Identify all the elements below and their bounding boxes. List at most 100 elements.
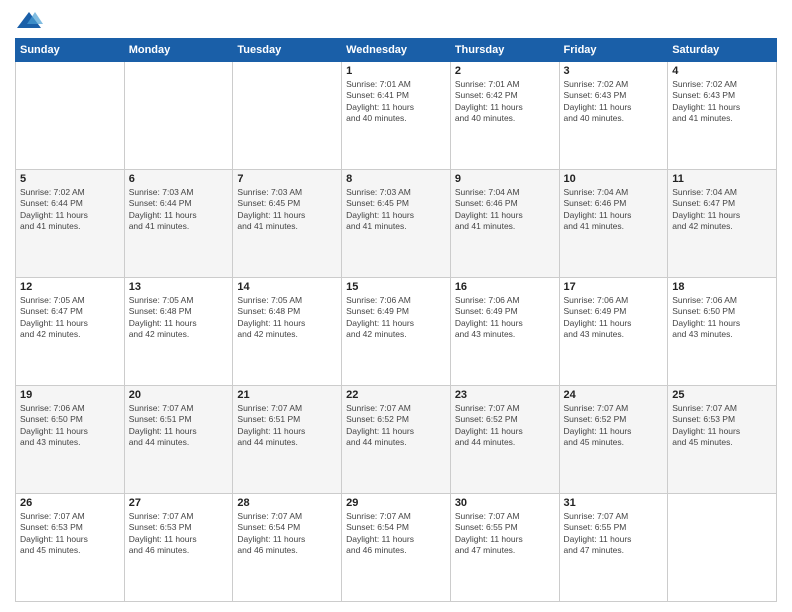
- calendar-cell: [124, 62, 233, 170]
- calendar-week-row: 19 Sunrise: 7:06 AM Sunset: 6:50 PM Dayli…: [16, 386, 777, 494]
- calendar-day-header: Friday: [559, 39, 668, 62]
- calendar-header-row: SundayMondayTuesdayWednesdayThursdayFrid…: [16, 39, 777, 62]
- day-info: Sunrise: 7:06 AM Sunset: 6:50 PM Dayligh…: [20, 403, 120, 449]
- day-info: Sunrise: 7:07 AM Sunset: 6:51 PM Dayligh…: [129, 403, 229, 449]
- day-number: 23: [455, 389, 555, 401]
- calendar-week-row: 26 Sunrise: 7:07 AM Sunset: 6:53 PM Dayli…: [16, 494, 777, 602]
- day-number: 21: [237, 389, 337, 401]
- day-number: 5: [20, 173, 120, 185]
- page: SundayMondayTuesdayWednesdayThursdayFrid…: [0, 0, 792, 612]
- day-number: 10: [564, 173, 664, 185]
- day-info: Sunrise: 7:04 AM Sunset: 6:47 PM Dayligh…: [672, 187, 772, 233]
- calendar-cell: 28 Sunrise: 7:07 AM Sunset: 6:54 PM Dayli…: [233, 494, 342, 602]
- day-number: 1: [346, 65, 446, 77]
- day-info: Sunrise: 7:05 AM Sunset: 6:48 PM Dayligh…: [237, 295, 337, 341]
- day-info: Sunrise: 7:03 AM Sunset: 6:45 PM Dayligh…: [346, 187, 446, 233]
- calendar-cell: 14 Sunrise: 7:05 AM Sunset: 6:48 PM Dayli…: [233, 278, 342, 386]
- day-number: 8: [346, 173, 446, 185]
- day-info: Sunrise: 7:07 AM Sunset: 6:53 PM Dayligh…: [672, 403, 772, 449]
- day-info: Sunrise: 7:06 AM Sunset: 6:50 PM Dayligh…: [672, 295, 772, 341]
- calendar-cell: 5 Sunrise: 7:02 AM Sunset: 6:44 PM Daylig…: [16, 170, 125, 278]
- day-number: 27: [129, 497, 229, 509]
- calendar-cell: 20 Sunrise: 7:07 AM Sunset: 6:51 PM Dayli…: [124, 386, 233, 494]
- day-info: Sunrise: 7:02 AM Sunset: 6:43 PM Dayligh…: [564, 79, 664, 125]
- day-number: 28: [237, 497, 337, 509]
- calendar-cell: 30 Sunrise: 7:07 AM Sunset: 6:55 PM Dayli…: [450, 494, 559, 602]
- day-number: 2: [455, 65, 555, 77]
- day-number: 26: [20, 497, 120, 509]
- day-number: 12: [20, 281, 120, 293]
- calendar-cell: 11 Sunrise: 7:04 AM Sunset: 6:47 PM Dayli…: [668, 170, 777, 278]
- day-info: Sunrise: 7:02 AM Sunset: 6:43 PM Dayligh…: [672, 79, 772, 125]
- calendar-cell: 19 Sunrise: 7:06 AM Sunset: 6:50 PM Dayli…: [16, 386, 125, 494]
- calendar-table: SundayMondayTuesdayWednesdayThursdayFrid…: [15, 38, 777, 602]
- day-info: Sunrise: 7:04 AM Sunset: 6:46 PM Dayligh…: [564, 187, 664, 233]
- day-info: Sunrise: 7:07 AM Sunset: 6:55 PM Dayligh…: [455, 511, 555, 557]
- calendar-week-row: 5 Sunrise: 7:02 AM Sunset: 6:44 PM Daylig…: [16, 170, 777, 278]
- day-info: Sunrise: 7:05 AM Sunset: 6:47 PM Dayligh…: [20, 295, 120, 341]
- day-number: 13: [129, 281, 229, 293]
- day-info: Sunrise: 7:07 AM Sunset: 6:52 PM Dayligh…: [455, 403, 555, 449]
- day-number: 11: [672, 173, 772, 185]
- calendar-cell: 26Sunrise: 7:07 AM Sunset: 6:53 PM Dayli…: [16, 494, 125, 602]
- calendar-cell: 15Sunrise: 7:06 AM Sunset: 6:49 PM Dayli…: [342, 278, 451, 386]
- calendar-cell: [16, 62, 125, 170]
- day-info: Sunrise: 7:07 AM Sunset: 6:52 PM Dayligh…: [346, 403, 446, 449]
- day-number: 19: [20, 389, 120, 401]
- calendar-cell: 31 Sunrise: 7:07 AM Sunset: 6:55 PM Dayli…: [559, 494, 668, 602]
- calendar-cell: 27 Sunrise: 7:07 AM Sunset: 6:53 PM Dayli…: [124, 494, 233, 602]
- calendar-day-header: Thursday: [450, 39, 559, 62]
- calendar-cell: 7 Sunrise: 7:03 AM Sunset: 6:45 PM Daylig…: [233, 170, 342, 278]
- calendar-cell: 17 Sunrise: 7:06 AM Sunset: 6:49 PM Dayli…: [559, 278, 668, 386]
- day-number: 3: [564, 65, 664, 77]
- day-info: Sunrise: 7:01 AM Sunset: 6:41 PM Dayligh…: [346, 79, 446, 125]
- logo-icon: [15, 10, 43, 32]
- calendar-day-header: Wednesday: [342, 39, 451, 62]
- calendar-cell: 2 Sunrise: 7:01 AM Sunset: 6:42 PM Daylig…: [450, 62, 559, 170]
- day-info: Sunrise: 7:07 AM Sunset: 6:54 PM Dayligh…: [237, 511, 337, 557]
- day-info: Sunrise: 7:03 AM Sunset: 6:45 PM Dayligh…: [237, 187, 337, 233]
- day-number: 20: [129, 389, 229, 401]
- day-info: Sunrise: 7:01 AM Sunset: 6:42 PM Dayligh…: [455, 79, 555, 125]
- day-number: 24: [564, 389, 664, 401]
- calendar-cell: 24 Sunrise: 7:07 AM Sunset: 6:52 PM Dayli…: [559, 386, 668, 494]
- day-number: 17: [564, 281, 664, 293]
- calendar-cell: 8 Sunrise: 7:03 AM Sunset: 6:45 PM Daylig…: [342, 170, 451, 278]
- header: [15, 10, 777, 32]
- day-info: Sunrise: 7:07 AM Sunset: 6:53 PM Dayligh…: [129, 511, 229, 557]
- day-number: 7: [237, 173, 337, 185]
- calendar-cell: 16Sunrise: 7:06 AM Sunset: 6:49 PM Dayli…: [450, 278, 559, 386]
- day-info: Sunrise: 7:07 AM Sunset: 6:52 PM Dayligh…: [564, 403, 664, 449]
- day-number: 14: [237, 281, 337, 293]
- day-number: 30: [455, 497, 555, 509]
- day-number: 22: [346, 389, 446, 401]
- calendar-cell: 10 Sunrise: 7:04 AM Sunset: 6:46 PM Dayli…: [559, 170, 668, 278]
- calendar-cell: 6Sunrise: 7:03 AM Sunset: 6:44 PM Daylig…: [124, 170, 233, 278]
- calendar-cell: [233, 62, 342, 170]
- calendar-cell: 3 Sunrise: 7:02 AM Sunset: 6:43 PM Daylig…: [559, 62, 668, 170]
- day-info: Sunrise: 7:02 AM Sunset: 6:44 PM Dayligh…: [20, 187, 120, 233]
- calendar-cell: 12 Sunrise: 7:05 AM Sunset: 6:47 PM Dayli…: [16, 278, 125, 386]
- calendar-day-header: Tuesday: [233, 39, 342, 62]
- day-number: 4: [672, 65, 772, 77]
- day-info: Sunrise: 7:06 AM Sunset: 6:49 PM Dayligh…: [346, 295, 446, 341]
- calendar-week-row: 1 Sunrise: 7:01 AM Sunset: 6:41 PM Daylig…: [16, 62, 777, 170]
- day-info: Sunrise: 7:07 AM Sunset: 6:54 PM Dayligh…: [346, 511, 446, 557]
- day-info: Sunrise: 7:06 AM Sunset: 6:49 PM Dayligh…: [455, 295, 555, 341]
- calendar-cell: 21Sunrise: 7:07 AM Sunset: 6:51 PM Dayli…: [233, 386, 342, 494]
- day-number: 29: [346, 497, 446, 509]
- calendar-cell: 25Sunrise: 7:07 AM Sunset: 6:53 PM Dayli…: [668, 386, 777, 494]
- calendar-cell: [668, 494, 777, 602]
- day-number: 9: [455, 173, 555, 185]
- day-info: Sunrise: 7:07 AM Sunset: 6:55 PM Dayligh…: [564, 511, 664, 557]
- day-info: Sunrise: 7:06 AM Sunset: 6:49 PM Dayligh…: [564, 295, 664, 341]
- day-info: Sunrise: 7:03 AM Sunset: 6:44 PM Dayligh…: [129, 187, 229, 233]
- calendar-cell: 29 Sunrise: 7:07 AM Sunset: 6:54 PM Dayli…: [342, 494, 451, 602]
- day-number: 31: [564, 497, 664, 509]
- calendar-cell: 1 Sunrise: 7:01 AM Sunset: 6:41 PM Daylig…: [342, 62, 451, 170]
- logo: [15, 10, 47, 32]
- calendar-cell: 18 Sunrise: 7:06 AM Sunset: 6:50 PM Dayli…: [668, 278, 777, 386]
- calendar-cell: 22 Sunrise: 7:07 AM Sunset: 6:52 PM Dayli…: [342, 386, 451, 494]
- calendar-cell: 23 Sunrise: 7:07 AM Sunset: 6:52 PM Dayli…: [450, 386, 559, 494]
- day-number: 18: [672, 281, 772, 293]
